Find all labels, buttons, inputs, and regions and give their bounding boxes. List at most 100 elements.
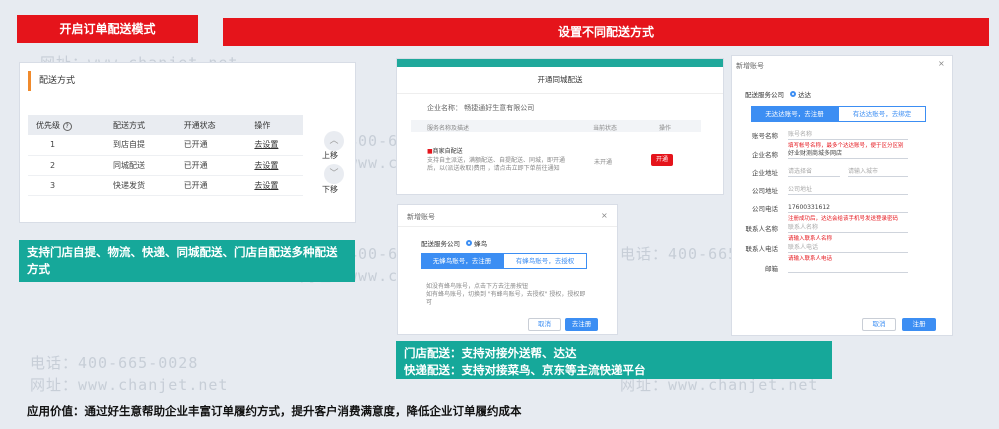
- watermark-site: 网址：www.chanjet.net: [30, 376, 229, 394]
- field-label: 联系人名称: [745, 225, 779, 233]
- column-header: 开通状态: [175, 115, 247, 135]
- dialog-title: 新增账号: [407, 213, 435, 221]
- column-header: 操作: [659, 125, 672, 132]
- method-cell: 快递发货: [104, 175, 176, 196]
- table-row[interactable]: 2 同城配送 已开通 去设置: [28, 155, 303, 176]
- dada-account-dialog: 新增账号 × 配送服务公司 达达 无达达账号，去注册 有达达账号，去绑定 账号名…: [731, 55, 953, 336]
- form-row: 公司地址 公司地址: [738, 184, 950, 202]
- service-desc: 支持自主派送，满额配送、自提配送、同城，即开通后，以(派送收取)费用 ，请点击立…: [427, 157, 566, 172]
- tab-authorize[interactable]: 有蜂鸟账号，去授权: [503, 253, 587, 269]
- method-cell: 到店自提: [104, 135, 176, 156]
- column-header: 配送方式: [104, 115, 176, 135]
- status-cell: 已开通: [175, 155, 247, 176]
- delivery-methods-panel: 配送方式 优先级 ? 配送方式 开通状态 操作 1 到店自提 已开通 去设置 2…: [19, 62, 356, 223]
- column-header: 优先级 ?: [28, 115, 105, 135]
- company-name: 企业名称： 畅捷通好生意有限公司: [427, 104, 535, 112]
- company-name-input[interactable]: 好业财测商城多网店: [788, 148, 908, 159]
- field-label: 公司电话: [752, 205, 778, 213]
- service-table-header: 服务名称及描述 当前状态 操作: [411, 120, 701, 132]
- hint-text: 如没有蜂鸟账号，点击下方去注册按钮: [426, 283, 529, 290]
- city-select[interactable]: 请输入城市: [848, 166, 908, 177]
- chevron-up-icon[interactable]: ︿: [324, 131, 344, 151]
- column-header: 服务名称及描述: [427, 125, 470, 132]
- contact-phone-input[interactable]: 联系人电话: [788, 242, 908, 253]
- provider-row: 配送服务公司 达达: [745, 89, 811, 99]
- footer-value-statement: 应用价值：通过好生意帮助企业丰富订单履约方式，提升客户消费满意度，降低企业订单履…: [27, 404, 522, 418]
- provider-row: 配送服务公司 蜂鸟: [421, 238, 487, 248]
- close-icon[interactable]: ×: [938, 59, 945, 68]
- table-row[interactable]: 1 到店自提 已开通 去设置: [28, 135, 303, 156]
- priority-cell: 1: [28, 135, 105, 156]
- account-name-input[interactable]: 账号名称: [788, 129, 908, 140]
- form-row: 公司电话 17600331612 注册成功后，达达会给该手机号发送登录密码: [738, 202, 950, 222]
- phone-input[interactable]: 17600331612: [788, 202, 908, 213]
- move-up-label[interactable]: 上移: [322, 150, 338, 161]
- method-cell: 同城配送: [104, 155, 176, 176]
- contact-name-input[interactable]: 联系人名称: [788, 222, 908, 233]
- email-input[interactable]: [788, 262, 908, 273]
- field-label: 账号名称: [752, 132, 778, 140]
- caption-methods: 支持门店自提、物流、快递、同城配送、门店自配送多种配送方式: [19, 240, 355, 282]
- close-icon[interactable]: ×: [601, 211, 608, 220]
- settings-link[interactable]: 去设置: [254, 140, 278, 149]
- provider-name: 达达: [798, 91, 812, 99]
- settings-link[interactable]: 去设置: [254, 181, 278, 190]
- province-select[interactable]: 请选择省: [788, 166, 840, 177]
- column-header: 操作: [246, 115, 303, 135]
- form-row: 联系人名称 联系人名称 请输入联系人名称: [738, 222, 950, 242]
- caption-line: 门店配送：支持对接外送帮、达达: [404, 346, 577, 360]
- panel-title: 配送方式: [28, 71, 355, 91]
- tab-bind[interactable]: 有达达账号，去绑定: [838, 106, 926, 122]
- same-city-panel: 开通同城配送 企业名称： 畅捷通好生意有限公司 服务名称及描述 当前状态 操作 …: [396, 58, 724, 195]
- field-label: 联系人电话: [745, 245, 779, 253]
- field-label: 公司地址: [752, 187, 778, 195]
- panel-title: 开通同城配送: [397, 67, 723, 94]
- cancel-button[interactable]: 取消: [528, 318, 561, 331]
- fengniao-account-dialog: 新增账号 × 配送服务公司 蜂鸟 无蜂鸟账号，去注册 有蜂鸟账号，去授权 如没有…: [397, 204, 618, 335]
- cancel-button[interactable]: 取消: [862, 318, 896, 331]
- settings-link[interactable]: 去设置: [254, 161, 278, 170]
- help-icon[interactable]: ?: [62, 121, 72, 131]
- form-row: 企业地址 请选择省 请输入城市: [738, 166, 950, 184]
- service-name: ■商家自配送: [427, 148, 463, 155]
- tab-register[interactable]: 无达达账号，去注册: [751, 106, 838, 122]
- radio-icon[interactable]: [466, 240, 473, 246]
- status-cell: 已开通: [175, 135, 247, 156]
- table-row[interactable]: 3 快递发货 已开通 去设置: [28, 175, 303, 196]
- banner-right: 设置不同配送方式: [223, 18, 989, 46]
- move-down-label[interactable]: 下移: [322, 184, 338, 195]
- field-error: 请输入联系人电话: [788, 256, 833, 262]
- hint-text: 如有蜂鸟账号，切换到 "有蜂鸟账号，去授权" 授权，授权即可: [426, 291, 586, 306]
- field-label: 企业名称: [752, 151, 778, 159]
- register-button[interactable]: 注册: [902, 318, 936, 331]
- panel-top-bar: [397, 59, 723, 67]
- delivery-table: 优先级 ? 配送方式 开通状态 操作 1 到店自提 已开通 去设置 2 同城配送…: [28, 115, 303, 196]
- caption-integrations: 门店配送：支持对接外送帮、达达 快递配送：支持对接菜鸟、京东等主流快递平台: [396, 341, 832, 379]
- tab-register[interactable]: 无蜂鸟账号，去注册: [421, 253, 503, 269]
- field-label: 企业地址: [752, 169, 778, 177]
- address-input[interactable]: 公司地址: [788, 184, 908, 195]
- register-form: 账号名称 账号名称 填写帐号名称，最多个达达账号，便于区分区别 企业名称 好业财…: [738, 129, 950, 280]
- field-label: 邮箱: [765, 265, 778, 273]
- provider-name: 蜂鸟: [474, 240, 488, 248]
- open-button[interactable]: 开通: [651, 154, 673, 166]
- provider-label: 配送服务公司: [745, 91, 784, 99]
- banner-left: 开启订单配送模式: [17, 15, 198, 43]
- service-status: 未开通: [594, 159, 613, 166]
- form-row: 账号名称 账号名称 填写帐号名称，最多个达达账号，便于区分区别: [738, 129, 950, 149]
- caption-line: 快递配送：支持对接菜鸟、京东等主流快递平台: [404, 363, 646, 377]
- form-row: 联系人电话 联系人电话 请输入联系人电话: [738, 242, 950, 262]
- radio-icon[interactable]: [790, 91, 797, 97]
- form-row: 企业名称 好业财测商城多网店: [738, 148, 950, 166]
- form-row: 邮箱: [738, 262, 950, 280]
- chevron-down-icon[interactable]: ﹀: [324, 164, 344, 184]
- priority-cell: 2: [28, 155, 105, 176]
- account-tabs: 无蜂鸟账号，去注册 有蜂鸟账号，去授权: [421, 253, 587, 269]
- status-cell: 已开通: [175, 175, 247, 196]
- column-header: 当前状态: [593, 125, 618, 132]
- account-tabs: 无达达账号，去注册 有达达账号，去绑定: [751, 106, 926, 122]
- priority-cell: 3: [28, 175, 105, 196]
- watermark-phone: 电话：400-665-0028: [30, 354, 199, 372]
- field-error: 注册成功后，达达会给该手机号发送登录密码: [788, 216, 899, 222]
- register-button[interactable]: 去注册: [565, 318, 598, 331]
